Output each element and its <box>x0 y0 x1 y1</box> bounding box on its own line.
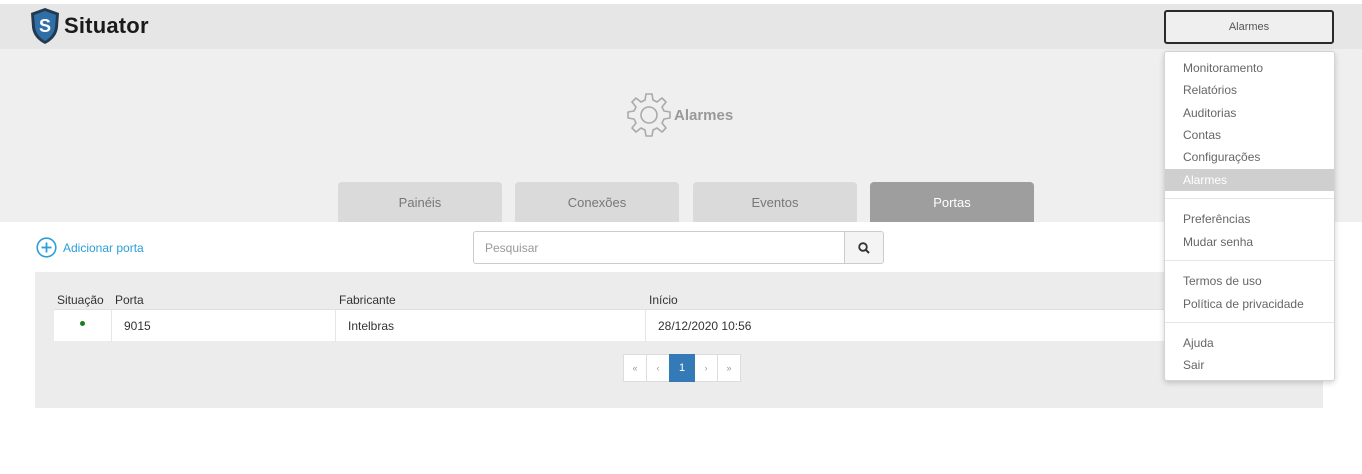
menu-item-configuracoes[interactable]: Configurações <box>1165 146 1334 168</box>
search-icon <box>858 241 870 254</box>
menu-item-relatorios[interactable]: Relatórios <box>1165 79 1334 101</box>
pagination-next-button[interactable]: › <box>694 354 718 382</box>
fabricante-cell: Intelbras <box>335 310 645 342</box>
menu-divider <box>1165 260 1334 261</box>
status-dot-icon <box>80 320 85 326</box>
column-header-situacao[interactable]: Situação <box>57 293 104 307</box>
menu-item-monitoramento[interactable]: Monitoramento <box>1165 57 1334 79</box>
pagination-page-button[interactable]: 1 <box>669 354 695 382</box>
page-header: Alarmes Painéis Conexões Eventos Portas <box>0 49 1362 222</box>
menu-item-mudar-senha[interactable]: Mudar senha <box>1165 231 1334 253</box>
gear-icon <box>627 93 671 137</box>
page-title: Alarmes <box>626 92 733 138</box>
tab-eventos[interactable]: Eventos <box>693 182 857 222</box>
add-port-button[interactable]: Adicionar porta <box>36 237 144 258</box>
svg-text:S: S <box>39 16 51 36</box>
tab-portas[interactable]: Portas <box>870 182 1034 222</box>
plus-circle-icon <box>36 237 57 258</box>
menu-item-ajuda[interactable]: Ajuda <box>1165 332 1334 354</box>
table-row[interactable]: 9015 Intelbras 28/12/2020 10:56 <box>54 309 1174 342</box>
menu-item-auditorias[interactable]: Auditorias <box>1165 102 1334 124</box>
menu-divider <box>1165 198 1334 199</box>
user-menu-button[interactable]: Alarmes <box>1164 10 1334 44</box>
user-dropdown-menu: Monitoramento Relatórios Auditorias Cont… <box>1164 51 1335 381</box>
tab-paineis[interactable]: Painéis <box>338 182 502 222</box>
column-header-inicio[interactable]: Início <box>649 293 678 307</box>
status-cell <box>54 310 111 342</box>
pagination-last-button[interactable]: » <box>717 354 741 382</box>
add-port-label: Adicionar porta <box>63 240 144 255</box>
tab-conexoes[interactable]: Conexões <box>515 182 679 222</box>
search-button[interactable] <box>844 231 884 264</box>
column-header-fabricante[interactable]: Fabricante <box>339 293 396 307</box>
porta-cell: 9015 <box>111 310 335 342</box>
menu-item-preferencias[interactable]: Preferências <box>1165 208 1334 230</box>
shield-logo-icon: S <box>31 8 59 44</box>
column-header-porta[interactable]: Porta <box>115 293 144 307</box>
pagination: « ‹ 1 › » <box>623 354 741 382</box>
pagination-first-button[interactable]: « <box>623 354 647 382</box>
app-logo[interactable]: S Situator <box>29 7 149 45</box>
search-input[interactable] <box>473 231 844 264</box>
menu-item-alarmes[interactable]: Alarmes <box>1165 169 1334 191</box>
page-title-text: Alarmes <box>674 106 734 124</box>
inicio-cell: 28/12/2020 10:56 <box>645 310 1174 342</box>
menu-divider <box>1165 322 1334 323</box>
menu-item-sair[interactable]: Sair <box>1165 354 1334 376</box>
menu-item-politica-de-privacidade[interactable]: Política de privacidade <box>1165 293 1334 315</box>
ports-table-panel: Situação Porta Fabricante Início 9015 In… <box>35 272 1323 408</box>
search-bar <box>473 231 884 264</box>
top-bar: S Situator Alarmes <box>0 4 1362 49</box>
menu-item-termos-de-uso[interactable]: Termos de uso <box>1165 270 1334 292</box>
app-name: Situator <box>64 13 149 38</box>
pagination-prev-button[interactable]: ‹ <box>646 354 670 382</box>
menu-item-contas[interactable]: Contas <box>1165 124 1334 146</box>
